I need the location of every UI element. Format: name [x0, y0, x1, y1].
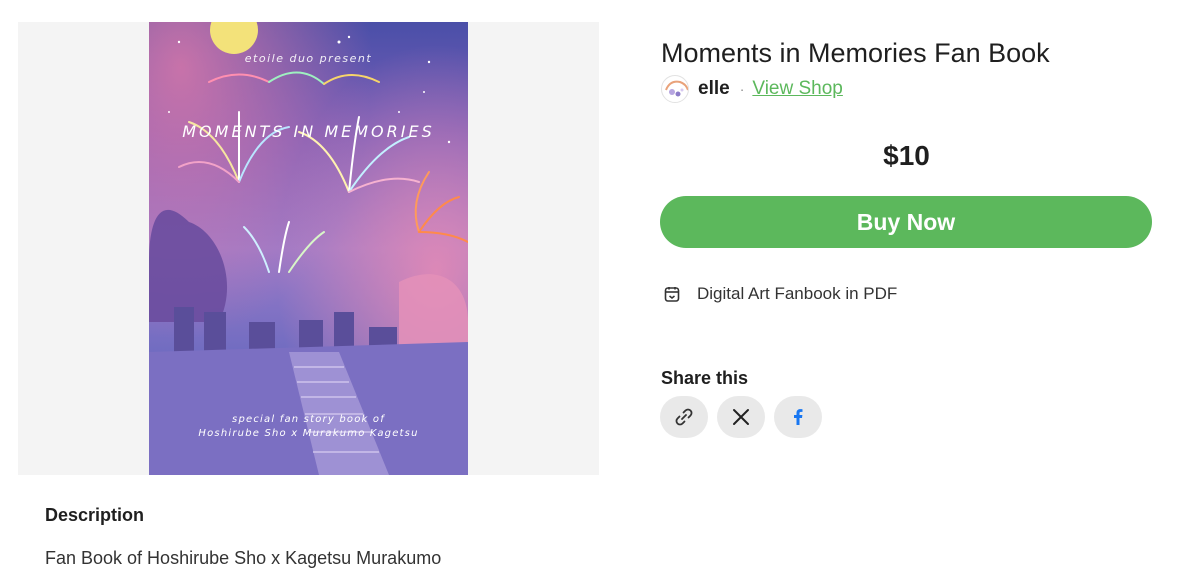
seller-name[interactable]: elle: [698, 78, 730, 100]
seller-row: elle · View Shop: [661, 74, 843, 104]
file-box-icon: [664, 287, 680, 302]
cover-image[interactable]: etoile duo present MOMENTS IN MEMORIES s…: [149, 22, 468, 475]
cover-artwork: [149, 22, 468, 475]
product-title: Moments in Memories Fan Book: [661, 38, 1050, 68]
share-buttons: [660, 396, 822, 438]
description-heading: Description: [45, 505, 145, 525]
facebook-icon: [794, 409, 803, 425]
seller-avatar[interactable]: [661, 75, 689, 103]
cover-title-text: MOMENTS IN MEMORIES: [182, 122, 435, 141]
share-heading: Share this: [661, 368, 749, 388]
view-shop-link[interactable]: View Shop: [752, 78, 843, 100]
share-x-button[interactable]: [717, 396, 765, 438]
product-price: $10: [883, 140, 930, 171]
x-icon: [733, 409, 749, 425]
share-facebook-button[interactable]: [774, 396, 822, 438]
cover-presenter-text: etoile duo present: [244, 52, 373, 65]
avatar-image: [665, 80, 688, 97]
cover-subtitle-line1: special fan story book of: [232, 414, 385, 425]
link-icon: [675, 408, 693, 426]
copy-link-button[interactable]: [660, 396, 708, 438]
cover-subtitle-line2: Hoshirube Sho x Murakumo Kagetsu: [198, 428, 419, 439]
description-text: Fan Book of Hoshirube Sho x Kagetsu Mura…: [45, 548, 442, 568]
product-format-row: Digital Art Fanbook in PDF: [663, 284, 897, 304]
product-format-text: Digital Art Fanbook in PDF: [697, 284, 898, 303]
separator-dot: ·: [739, 81, 745, 97]
buy-now-button[interactable]: Buy Now: [660, 196, 1152, 248]
